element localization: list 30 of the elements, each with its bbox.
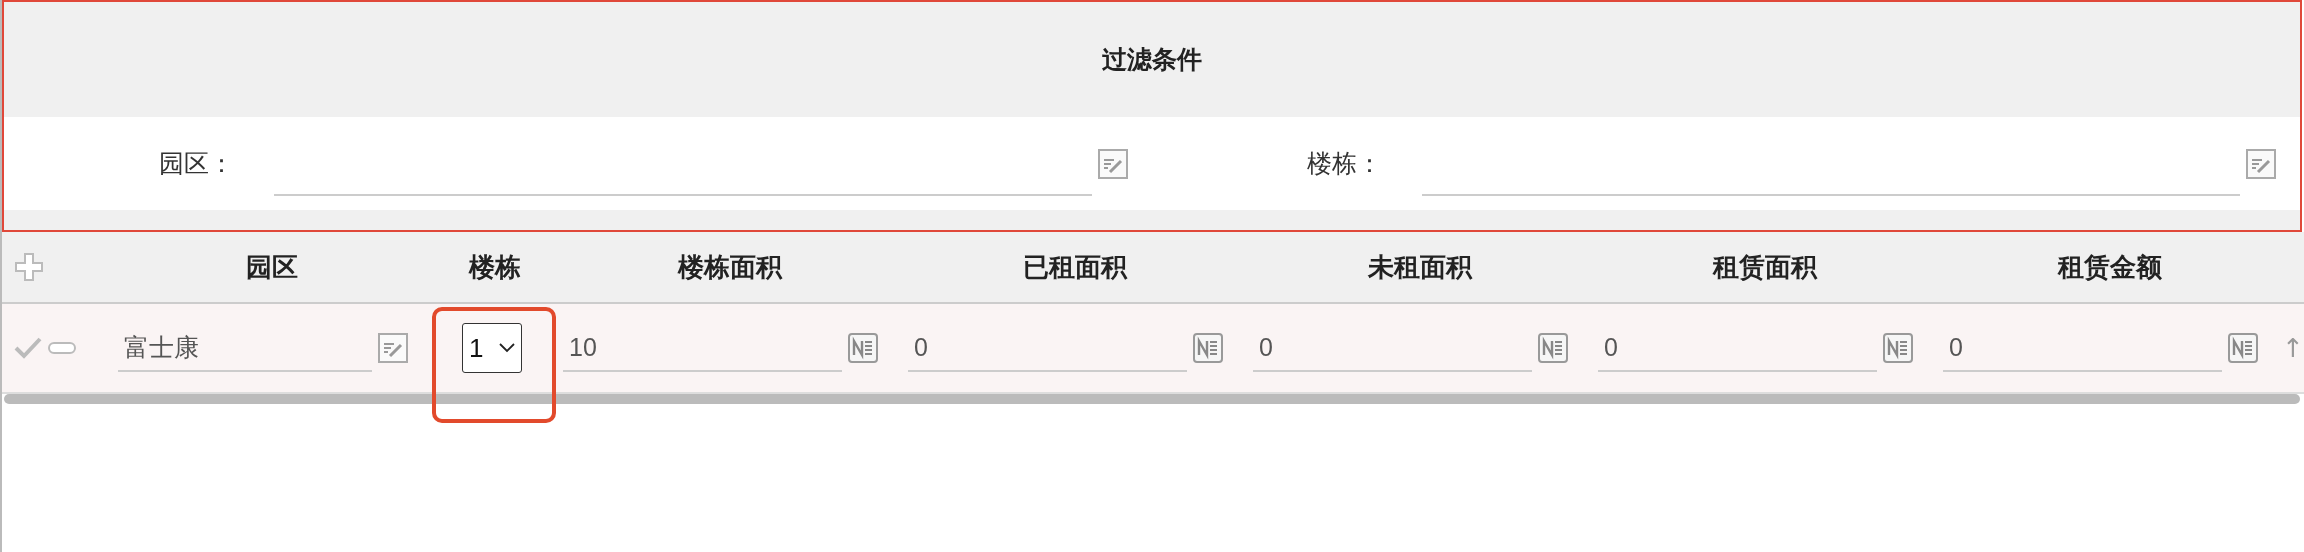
check-icon[interactable]: [14, 337, 42, 359]
column-header: 楼栋: [467, 251, 522, 284]
caret-icon: [499, 343, 515, 353]
edit-icon[interactable]: [378, 333, 408, 363]
minus-icon[interactable]: [48, 341, 76, 355]
edit-icon[interactable]: [2246, 148, 2276, 179]
edit-icon[interactable]: [1098, 148, 1128, 179]
field-label: 园区：: [158, 149, 235, 179]
number-field-icon[interactable]: [2228, 333, 2258, 363]
column-header: 租赁金额: [2056, 251, 2163, 284]
number-field[interactable]: 10: [563, 324, 842, 372]
number-field-icon[interactable]: [1193, 333, 1223, 363]
number-field-icon[interactable]: [1883, 333, 1913, 363]
number-field[interactable]: 0: [908, 324, 1187, 372]
column-header: 园区: [245, 251, 299, 284]
number-field-icon[interactable]: [848, 333, 878, 363]
column-header: 楼栋面积: [676, 251, 784, 284]
number-field[interactable]: 0: [1943, 324, 2222, 372]
number-field[interactable]: 0: [1598, 324, 1877, 372]
panel-title: 过滤条件: [1101, 45, 1203, 75]
field-label: 楼栋：: [1306, 149, 1383, 179]
number-field-icon[interactable]: [1538, 333, 1568, 363]
dropdown[interactable]: 1: [462, 323, 522, 373]
column-header: 租赁面积: [1711, 251, 1819, 284]
text-field[interactable]: 富士康: [118, 324, 372, 372]
column-header: 未租面积: [1366, 251, 1474, 284]
number-field[interactable]: 0: [1253, 324, 1532, 372]
scrollbar[interactable]: [4, 394, 2300, 404]
add-icon[interactable]: [14, 252, 44, 282]
column-header: 已租面积: [1021, 251, 1129, 284]
